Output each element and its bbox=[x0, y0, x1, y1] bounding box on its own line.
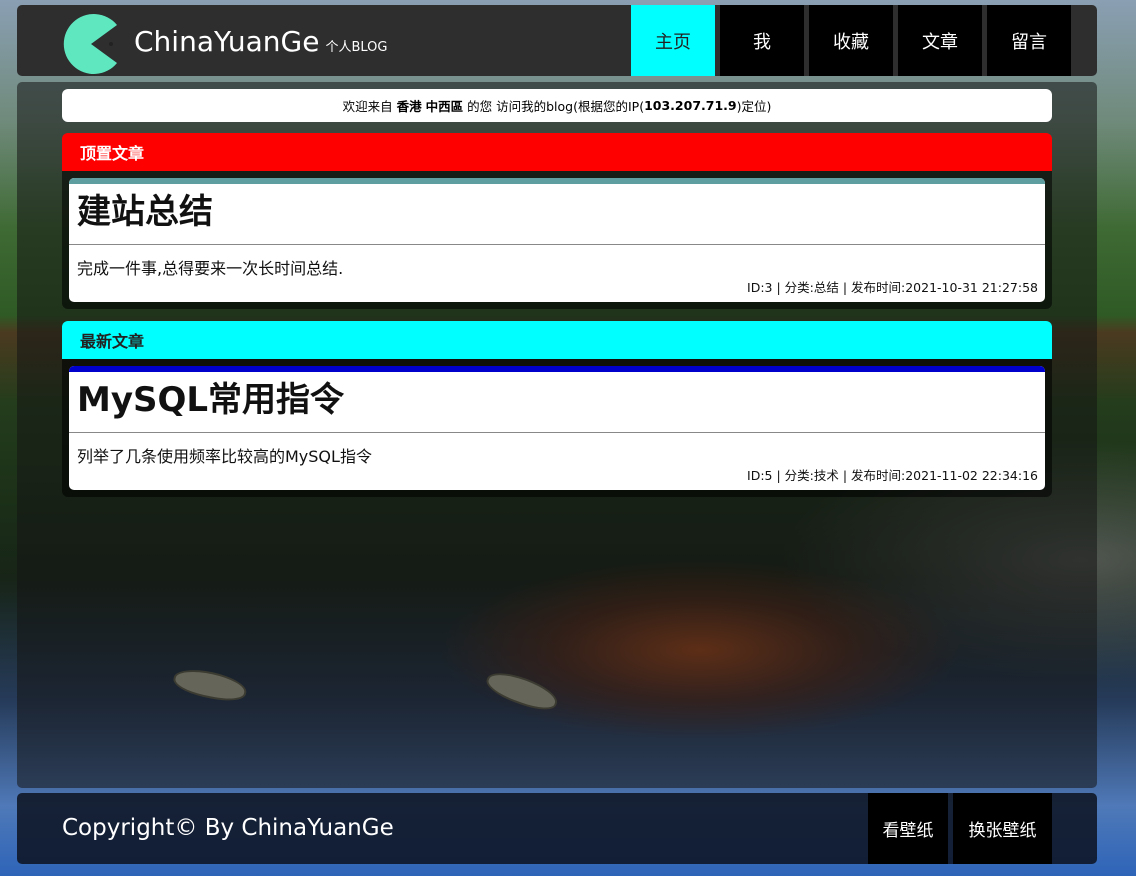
pinned-body: 建站总结 完成一件事,总得要来一次长时间总结. ID:3 | 分类:总结 | 发… bbox=[62, 171, 1052, 309]
change-wallpaper-button[interactable]: 换张壁纸 bbox=[953, 793, 1052, 864]
latest-section: 最新文章 MySQL常用指令 列举了几条使用频率比较高的MySQL指令 ID:5… bbox=[62, 321, 1052, 497]
welcome-banner: 欢迎来自 香港 中西區 的您 访问我的blog(根据您的IP(103.207.7… bbox=[62, 89, 1052, 122]
view-wallpaper-button[interactable]: 看壁纸 bbox=[868, 793, 948, 864]
site-footer: Copyright© By ChinaYuanGe 看壁纸 换张壁纸 bbox=[17, 793, 1097, 864]
welcome-middle: 的您 访问我的blog(根据您的IP( bbox=[467, 99, 645, 114]
nav-item-favorites[interactable]: 收藏 bbox=[809, 5, 893, 76]
pinned-section: 顶置文章 建站总结 完成一件事,总得要来一次长时间总结. ID:3 | 分类:总… bbox=[62, 133, 1052, 309]
nav-item-home[interactable]: 主页 bbox=[631, 5, 715, 76]
welcome-district: 中西區 bbox=[425, 99, 464, 114]
welcome-ip: 103.207.71.9 bbox=[644, 98, 737, 113]
nav-item-messages[interactable]: 留言 bbox=[987, 5, 1071, 76]
article-card[interactable]: 建站总结 完成一件事,总得要来一次长时间总结. ID:3 | 分类:总结 | 发… bbox=[69, 178, 1045, 302]
pinned-heading: 顶置文章 bbox=[62, 133, 1052, 171]
site-title-text[interactable]: ChinaYuanGe bbox=[134, 25, 319, 58]
welcome-prefix: 欢迎来自 bbox=[342, 99, 393, 114]
article-title[interactable]: MySQL常用指令 bbox=[69, 372, 1045, 433]
article-summary: 列举了几条使用频率比较高的MySQL指令 bbox=[77, 447, 372, 466]
latest-body: MySQL常用指令 列举了几条使用频率比较高的MySQL指令 ID:5 | 分类… bbox=[62, 359, 1052, 497]
welcome-suffix: )定位) bbox=[736, 99, 772, 114]
article-summary: 完成一件事,总得要来一次长时间总结. bbox=[77, 259, 344, 278]
main-content: 欢迎来自 香港 中西區 的您 访问我的blog(根据您的IP(103.207.7… bbox=[17, 82, 1097, 788]
logo-icon bbox=[63, 14, 117, 74]
nav-item-articles[interactable]: 文章 bbox=[898, 5, 982, 76]
site-subtitle: 个人BLOG bbox=[325, 40, 388, 55]
article-meta: ID:5 | 分类:技术 | 发布时间:2021-11-02 22:34:16 bbox=[747, 468, 1038, 483]
copyright-text: Copyright© By ChinaYuanGe bbox=[62, 815, 394, 841]
site-title[interactable]: ChinaYuanGe 个人BLOG bbox=[134, 25, 387, 58]
article-meta: ID:3 | 分类:总结 | 发布时间:2021-10-31 21:27:58 bbox=[747, 280, 1038, 295]
article-title[interactable]: 建站总结 bbox=[69, 184, 1045, 245]
main-nav: 主页 我 收藏 文章 留言 bbox=[631, 5, 1071, 76]
wallpaper-buttons: 看壁纸 换张壁纸 bbox=[868, 793, 1052, 864]
latest-heading: 最新文章 bbox=[62, 321, 1052, 359]
nav-item-me[interactable]: 我 bbox=[720, 5, 804, 76]
article-card[interactable]: MySQL常用指令 列举了几条使用频率比较高的MySQL指令 ID:5 | 分类… bbox=[69, 366, 1045, 490]
welcome-region: 香港 bbox=[396, 99, 422, 114]
site-header: ChinaYuanGe 个人BLOG 主页 我 收藏 文章 留言 bbox=[17, 5, 1097, 76]
